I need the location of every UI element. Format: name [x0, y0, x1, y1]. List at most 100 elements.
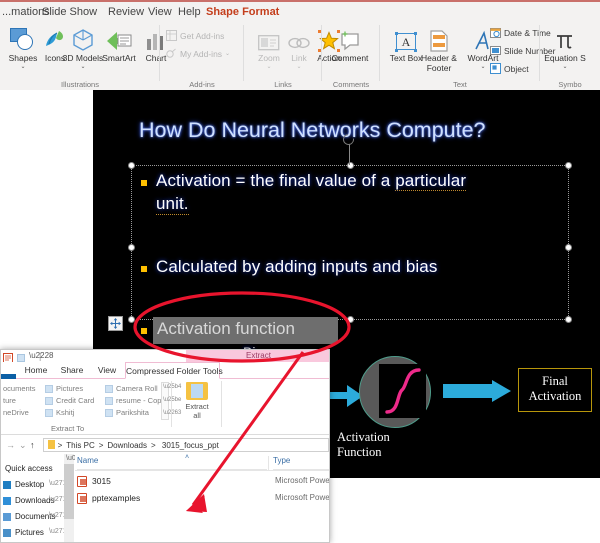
tab-help[interactable]: Help — [178, 2, 201, 22]
ribbon-divider — [221, 381, 222, 427]
bullet-text-2[interactable]: Calculated by adding inputs and bias — [156, 257, 437, 277]
final-box-line1: Final — [519, 374, 591, 389]
bullet-text-1[interactable]: Activation = the final value of a partic… — [156, 171, 466, 191]
sigmoid-curve-icon — [379, 364, 426, 418]
my-addins-button[interactable]: My Add-ins ⌄ — [166, 46, 230, 61]
get-addins-icon — [166, 30, 177, 41]
bullet-text-1-line2[interactable]: unit. — [156, 194, 189, 215]
file-name: 3015 — [92, 476, 111, 486]
resize-handle-nw[interactable] — [128, 162, 135, 169]
extract-to-item[interactable]: Camera Roll — [105, 384, 158, 393]
extract-to-gallery[interactable]: ocuments ture neDrive Pictures Credit Ca… — [1, 379, 169, 423]
equation-label: Equation — [544, 53, 578, 63]
extract-to-item[interactable]: Parikshita — [105, 408, 149, 417]
tab-view[interactable]: View — [91, 362, 123, 379]
chevron-down-icon[interactable]: ⌄ — [276, 64, 322, 70]
extract-to-item[interactable]: neDrive — [3, 408, 29, 417]
tab-home[interactable]: Home — [19, 362, 53, 379]
recent-locations-button[interactable]: ⌄ — [19, 440, 27, 451]
resize-handle-s[interactable] — [347, 316, 354, 323]
resize-handle-sw[interactable] — [128, 316, 135, 323]
column-header-type[interactable]: Type — [273, 456, 330, 470]
screen: ...mations Slide Show Review View Help S… — [0, 0, 600, 543]
up-button[interactable]: ↑ — [30, 440, 35, 450]
chevron-down-icon[interactable]: ⌄ — [0, 64, 46, 70]
incoming-arrow-shaft — [330, 392, 348, 399]
resize-handle-w[interactable] — [128, 244, 135, 251]
chevron-down-icon[interactable]: ⌄ — [60, 64, 106, 70]
folder-icon — [105, 385, 113, 393]
new-folder-quick-icon[interactable] — [17, 354, 25, 362]
bullet-text-1-part1: Activation = the final value of a — [156, 171, 395, 190]
extract-to-item[interactable]: ocuments — [3, 384, 36, 393]
selected-text[interactable]: Activation function — [157, 319, 295, 339]
comment-icon — [327, 24, 373, 52]
bullet-marker — [141, 266, 147, 272]
extract-to-item[interactable]: Kshitj — [45, 408, 74, 417]
output-arrow-shaft — [443, 384, 493, 398]
object-button[interactable]: Object — [490, 61, 529, 76]
header-footer-button[interactable]: Header & Footer — [415, 24, 463, 73]
address-breadcrumb[interactable]: > This PC > Downloads > 3015_focus_ppt — [43, 438, 329, 452]
powerpoint-file-icon — [77, 476, 87, 487]
group-illustrations: Shapes ⌄ Icons — [0, 22, 160, 90]
table-row[interactable]: pptexamples Microsoft PowerPoint 97-2... — [77, 491, 329, 506]
equation-pi-icon — [542, 24, 588, 52]
get-addins-button[interactable]: Get Add-ins — [166, 28, 224, 43]
file-type: Microsoft PowerPoint 97-2... — [275, 493, 330, 502]
group-addins: Get Add-ins My Add-ins ⌄ Add-ins — [160, 22, 244, 90]
forward-button[interactable]: → — [6, 440, 15, 450]
contextual-tab-group-extract: Extract — [186, 350, 330, 362]
group-text: A Text Box — [380, 22, 540, 90]
table-row[interactable]: 3015 Microsoft PowerPoint Pres... — [77, 474, 329, 489]
group-label-symbols: Symbo — [540, 80, 600, 89]
navigation-pane[interactable]: Quick access Desktop Downloads Documents… — [1, 454, 63, 543]
bullet-marker — [141, 180, 147, 186]
nav-documents[interactable]: Documents — [3, 510, 55, 523]
symbol-button-partial-label[interactable]: S — [580, 53, 586, 63]
chevron-down-icon[interactable]: ⌄ — [542, 64, 588, 70]
file-explorer-window[interactable]: \u2228 | Extract 3015_focus_ppt Home Sha… — [0, 349, 330, 543]
nav-pictures[interactable]: Pictures — [3, 526, 44, 539]
gallery-scrollbar[interactable]: \u25b4 \u25be \u2263 — [161, 382, 169, 420]
bullet-text-1-misspelled: particular — [395, 171, 466, 191]
extract-to-item[interactable]: Pictures — [45, 384, 83, 393]
group-label-addins: Add-ins — [160, 80, 244, 89]
group-links: Zoom ⌄ Link ⌄ — [244, 22, 322, 90]
activation-caption-line1: Activation — [337, 430, 390, 445]
desktop-icon — [3, 481, 11, 489]
comment-button[interactable]: Comment — [327, 24, 373, 64]
title-separator: | — [39, 351, 41, 361]
tab-shape-format[interactable]: Shape Format — [206, 2, 279, 22]
file-list-pane[interactable]: Name Type ˄ 3015 Microsoft PowerPoint Pr… — [75, 454, 330, 543]
extract-all-label-line2: all — [176, 411, 218, 420]
tab-view[interactable]: View — [148, 2, 172, 22]
extract-to-item[interactable]: Credit Card — [45, 396, 94, 405]
group-label-extract-to: Extract To — [51, 424, 84, 433]
column-header-name[interactable]: Name — [77, 456, 267, 470]
nav-desktop[interactable]: Desktop — [3, 478, 44, 491]
nav-quick-access[interactable]: Quick access — [5, 462, 53, 475]
tab-review[interactable]: Review — [108, 2, 144, 22]
folder-icon — [45, 409, 53, 417]
powerpoint-file-icon — [77, 493, 87, 504]
downloads-icon — [3, 497, 11, 505]
chevron-down-icon[interactable]: ⌄ — [225, 50, 230, 57]
extract-to-item[interactable]: ture — [3, 396, 16, 405]
extract-all-button[interactable]: Extract all — [176, 382, 218, 420]
resize-handle-se[interactable] — [565, 316, 572, 323]
navigation-scrollbar-thumb[interactable] — [64, 464, 74, 519]
tab-compressed-folder-tools[interactable]: Compressed Folder Tools — [125, 362, 220, 379]
pictures-icon — [3, 529, 11, 537]
ribbon-body: Shapes ⌄ Icons — [0, 22, 600, 90]
header-footer-icon — [415, 24, 463, 52]
resize-handle-ne[interactable] — [565, 162, 572, 169]
nav-downloads[interactable]: Downloads — [3, 494, 55, 507]
equation-button[interactable]: Equation S ⌄ — [542, 24, 588, 70]
tab-share[interactable]: Share — [55, 362, 89, 379]
extract-to-item[interactable]: resume - Copy — [105, 396, 165, 405]
rotate-handle-stem — [349, 144, 350, 165]
tab-slide-show[interactable]: Slide Show — [42, 2, 97, 22]
folder-icon — [48, 440, 55, 449]
resize-handle-e[interactable] — [565, 244, 572, 251]
